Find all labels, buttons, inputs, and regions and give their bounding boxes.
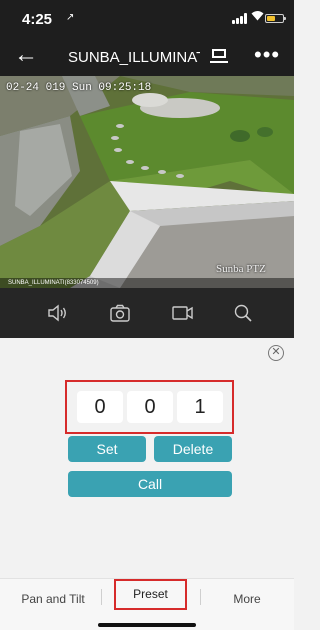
camera-watermark: Sunba PTZ <box>216 263 266 275</box>
preset-digit-2[interactable]: 0 <box>127 391 173 423</box>
page-title: SUNBA_ILLUMINAT... <box>68 49 200 66</box>
camera-caption: SUNBA_ILLUMINATI(833074509) <box>0 278 294 288</box>
live-video-view[interactable]: 02-24 019 Sun 09:25:18 Sunba PTZ SUNBA_I… <box>0 76 294 288</box>
more-options-icon[interactable]: ••• <box>254 42 280 68</box>
tab-pan-and-tilt[interactable]: Pan and Tilt <box>8 587 98 611</box>
tab-more[interactable]: More <box>206 587 288 611</box>
battery-icon <box>265 14 286 23</box>
nav-bar: ← SUNBA_ILLUMINAT... ••• <box>0 36 294 76</box>
speaker-icon[interactable] <box>46 301 70 325</box>
app-screen: 4:25 ↗ ← SUNBA_ILLUMINAT... ••• <box>0 0 294 630</box>
status-bar: 4:25 ↗ <box>0 0 294 36</box>
location-icon: ↗ <box>66 12 75 23</box>
set-button[interactable]: Set <box>68 436 146 462</box>
back-icon[interactable]: ← <box>14 42 38 68</box>
preset-number-selector: 0 0 1 <box>65 380 234 434</box>
preset-digit-1[interactable]: 0 <box>77 391 123 423</box>
screen-cast-icon[interactable] <box>210 49 228 63</box>
preset-panel: ✕ 0 0 1 Set Delete Call <box>0 338 294 578</box>
camera-icon[interactable] <box>108 301 132 325</box>
tab-preset[interactable]: Preset <box>116 582 185 606</box>
call-button[interactable]: Call <box>68 471 232 497</box>
camera-scene <box>0 76 294 288</box>
status-time: 4:25 <box>22 11 53 28</box>
tab-divider <box>200 589 201 605</box>
signal-icon <box>232 13 248 24</box>
preset-digit-3[interactable]: 1 <box>177 391 223 423</box>
close-icon[interactable]: ✕ <box>268 345 284 361</box>
osd-timestamp: 02-24 019 Sun 09:25:18 <box>6 82 152 94</box>
bottom-tab-bar: Pan and Tilt Preset More <box>0 578 294 630</box>
wifi-icon <box>251 10 264 23</box>
top-bar: 4:25 ↗ ← SUNBA_ILLUMINAT... ••• <box>0 0 294 76</box>
delete-button[interactable]: Delete <box>154 436 232 462</box>
search-icon[interactable] <box>231 301 255 325</box>
video-control-bar <box>0 288 294 338</box>
home-indicator <box>98 623 196 627</box>
tab-divider <box>101 589 102 605</box>
video-record-icon[interactable] <box>171 301 195 325</box>
